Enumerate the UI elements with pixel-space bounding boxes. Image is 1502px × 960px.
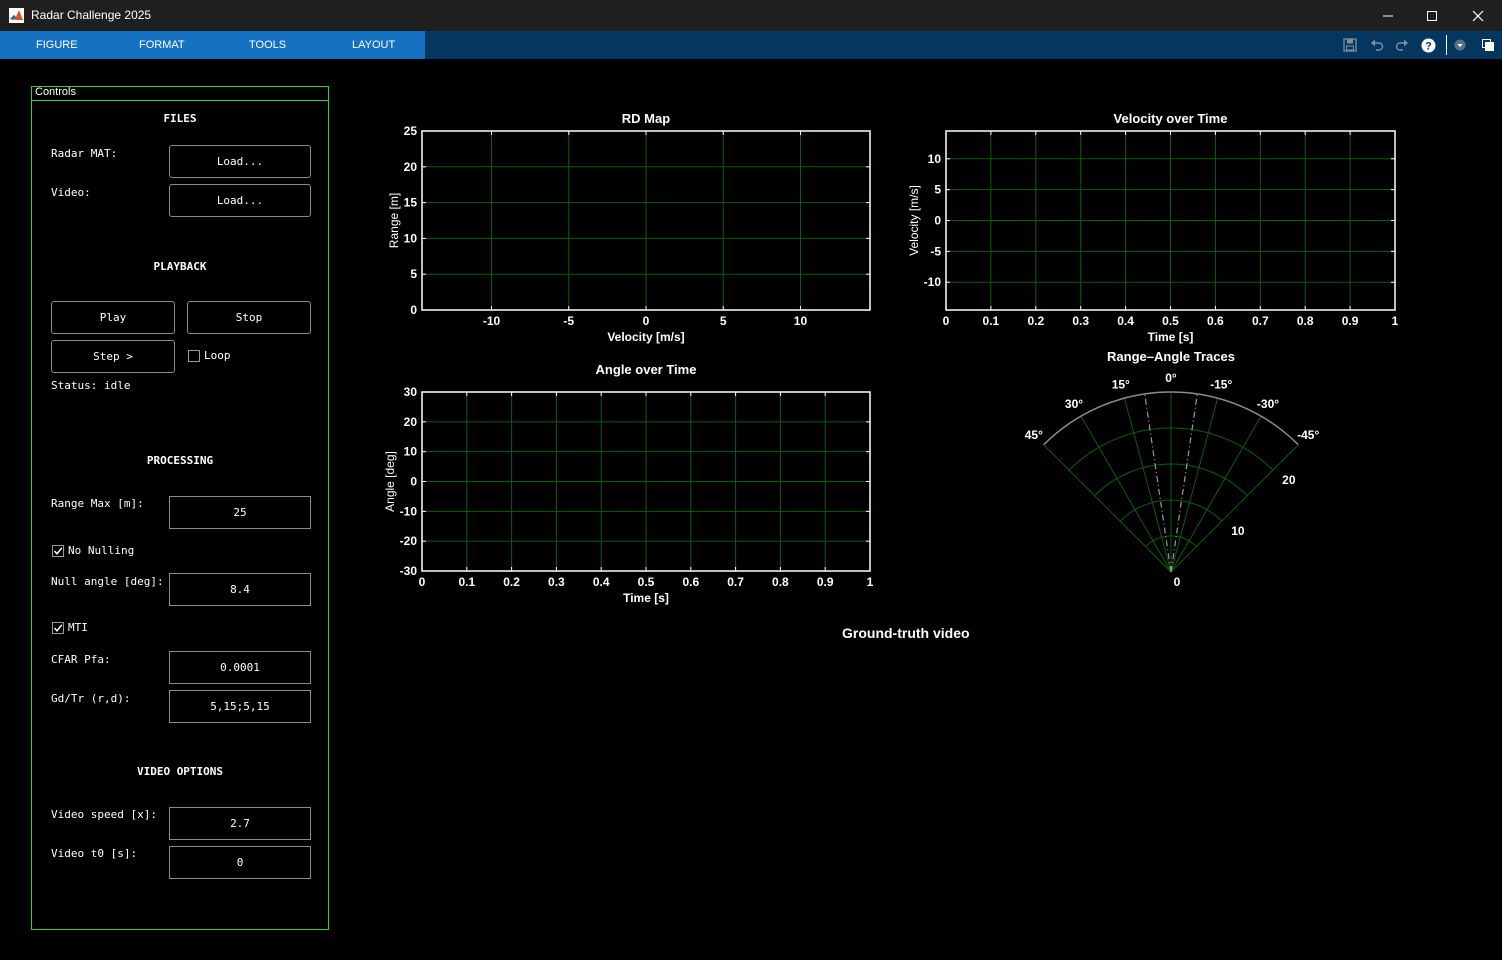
angle-time-x-tick-label: 0.1 bbox=[458, 575, 475, 589]
polar-angle-spoke bbox=[1123, 398, 1172, 573]
rd-map-y-label: Range [m] bbox=[387, 193, 401, 248]
angle-time-x-tick-label: 0.2 bbox=[503, 575, 520, 589]
rd-map-y-tick-label: 15 bbox=[404, 196, 418, 210]
velocity-time-y-tick-label: 0 bbox=[934, 214, 941, 228]
plots-canvas: -10 -5 0 5 100510152025RD MapVelocity [m/s]R… bbox=[383, 111, 1399, 605]
polar-angle-label: 0° bbox=[1165, 371, 1177, 385]
rd-map-x-tick-label: 10 bbox=[794, 314, 808, 328]
polar-angle-spoke bbox=[1170, 415, 1262, 573]
polar-range-label: 10 bbox=[1231, 524, 1245, 538]
polar-angle-label: 45° bbox=[1025, 428, 1043, 442]
rd-map-x-tick-label: 5 bbox=[720, 314, 727, 328]
angle-time-x-tick-label: 0.6 bbox=[682, 575, 699, 589]
range-angle-title: Range–Angle Traces bbox=[1107, 349, 1235, 364]
rd-map-x-tick-label: 0 bbox=[643, 314, 650, 328]
polar-angle-label: -15° bbox=[1210, 378, 1232, 392]
angle-time-y-tick-label: -20 bbox=[400, 534, 418, 548]
angle-time-y-tick-label: 10 bbox=[404, 445, 418, 459]
velocity-time-x-tick-label: 0.6 bbox=[1207, 314, 1224, 328]
velocity-time-y-tick-label: -5 bbox=[930, 244, 941, 258]
rd-map-y-tick-label: 10 bbox=[404, 231, 418, 245]
polar-angle-label: -30° bbox=[1257, 397, 1279, 411]
angle-time-x-tick-label: 0.9 bbox=[817, 575, 834, 589]
velocity-time-x-tick-label: 0.7 bbox=[1252, 314, 1269, 328]
polar-range-label: 20 bbox=[1282, 473, 1296, 487]
velocity-time-x-tick-label: 0.5 bbox=[1162, 314, 1179, 328]
velocity-time-x-tick-label: 0 bbox=[943, 314, 950, 328]
angle-time-x-tick-label: 0.7 bbox=[727, 575, 744, 589]
rd-map-y-tick-label: 25 bbox=[404, 124, 418, 138]
angle-time-y-tick-label: 30 bbox=[404, 385, 418, 399]
velocity-time-x-tick-label: 0.9 bbox=[1342, 314, 1359, 328]
angle-time-y-tick-label: 0 bbox=[410, 475, 417, 489]
angle-time-x-tick-label: 1 bbox=[867, 575, 874, 589]
rd-map-x-tick-label: -5 bbox=[563, 314, 574, 328]
velocity-time-y-tick-label: 10 bbox=[928, 152, 942, 166]
velocity-time-title: Velocity over Time bbox=[1114, 111, 1228, 126]
angle-time-y-label: Angle [deg] bbox=[383, 451, 397, 512]
rd-map-title: RD Map bbox=[622, 111, 670, 126]
polar-null-angle-trace bbox=[1144, 393, 1172, 573]
angle-time-x-tick-label: 0.5 bbox=[638, 575, 655, 589]
velocity-time-x-label: Time [s] bbox=[1148, 330, 1194, 344]
polar-angle-label: 30° bbox=[1065, 397, 1083, 411]
velocity-time-x-tick-label: 1 bbox=[1392, 314, 1399, 328]
polar-range-label: 0 bbox=[1174, 575, 1181, 589]
velocity-time-x-tick-label: 0.8 bbox=[1297, 314, 1314, 328]
angle-time-x-label: Time [s] bbox=[623, 591, 669, 605]
angle-time-x-tick-label: 0.8 bbox=[772, 575, 789, 589]
velocity-time-y-tick-label: 5 bbox=[934, 183, 941, 197]
rd-map-y-tick-label: 20 bbox=[404, 160, 418, 174]
angle-time-title: Angle over Time bbox=[596, 362, 697, 377]
polar-angle-spoke bbox=[1043, 444, 1172, 573]
velocity-time-x-tick-label: 0.3 bbox=[1072, 314, 1089, 328]
rd-map-y-tick-label: 0 bbox=[410, 303, 417, 317]
velocity-time-x-tick-label: 0.4 bbox=[1117, 314, 1134, 328]
velocity-time-y-label: Velocity [m/s] bbox=[907, 185, 921, 256]
angle-time-y-tick-label: -30 bbox=[400, 564, 418, 578]
rd-map-x-tick-label: -10 bbox=[483, 314, 501, 328]
polar-angle-label: -45° bbox=[1297, 428, 1319, 442]
polar-angle-spoke bbox=[1080, 415, 1172, 573]
polar-angle-label: 15° bbox=[1112, 378, 1130, 392]
angle-time-x-tick-label: 0.3 bbox=[548, 575, 565, 589]
velocity-time-y-tick-label: -10 bbox=[924, 275, 942, 289]
ground-truth-video-title: Ground-truth video bbox=[842, 625, 970, 641]
velocity-time-x-tick-label: 0.2 bbox=[1027, 314, 1044, 328]
angle-time-x-tick-label: 0.4 bbox=[593, 575, 610, 589]
angle-time-y-tick-label: 20 bbox=[404, 415, 418, 429]
angle-time-x-tick-label: 0 bbox=[419, 575, 426, 589]
polar-null-angle-trace bbox=[1170, 393, 1198, 573]
polar-angle-spoke bbox=[1170, 398, 1219, 573]
rd-map-x-label: Velocity [m/s] bbox=[607, 330, 684, 344]
velocity-time-x-tick-label: 0.1 bbox=[983, 314, 1000, 328]
rd-map-y-tick-label: 5 bbox=[410, 267, 417, 281]
angle-time-y-tick-label: -10 bbox=[400, 504, 418, 518]
polar-angle-spoke bbox=[1170, 444, 1299, 573]
